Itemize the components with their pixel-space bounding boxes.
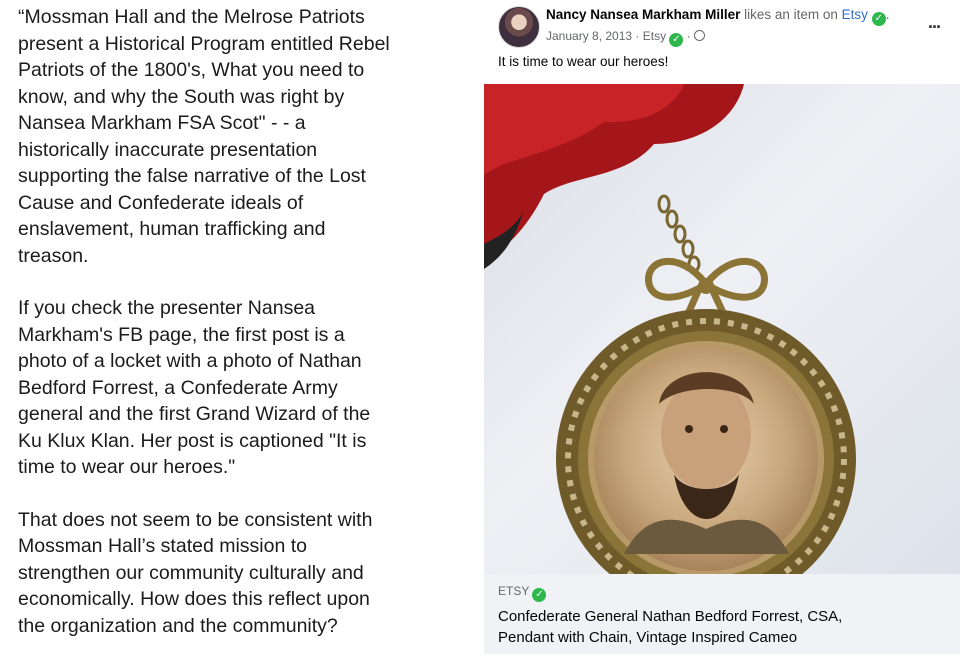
verified-check-icon: ✓ [871,12,886,26]
post-via[interactable]: Etsy [643,29,666,43]
more-options-icon[interactable]: ... [928,12,941,33]
post-caption: It is time to wear our heroes! [498,54,669,69]
commentary-paragraph-1: “Mossman Hall and the Melrose Patriots p… [18,6,390,267]
post-date[interactable]: January 8, 2013 [546,29,632,43]
avatar[interactable] [498,6,540,48]
link-preview[interactable]: ETSY ✓ Confederate General Nathan Bedfor… [484,574,960,654]
verified-check-icon: ✓ [532,588,547,602]
commentary-paragraph-3: That does not seem to be consistent with… [18,508,373,637]
post-header: Nancy Nansea Markham Miller likes an ite… [498,6,948,48]
pendant-image [484,84,856,574]
author-name[interactable]: Nancy Nansea Markham Miller [546,7,740,22]
pendant-photo[interactable] [484,84,960,574]
commentary-paragraph-2: If you check the presenter Nansea Markha… [18,297,371,478]
link-title[interactable]: Confederate General Nathan Bedford Forre… [498,606,948,648]
post-action: likes an item on [744,7,838,22]
etsy-link[interactable]: Etsy [842,7,868,22]
link-source: ETSY [498,584,530,598]
facebook-post: Nancy Nansea Markham Miller likes an ite… [484,0,960,654]
commentary-text: “Mossman Hall and the Melrose Patriots p… [18,4,466,665]
verified-check-icon: ✓ [669,33,684,47]
globe-icon [694,30,706,41]
